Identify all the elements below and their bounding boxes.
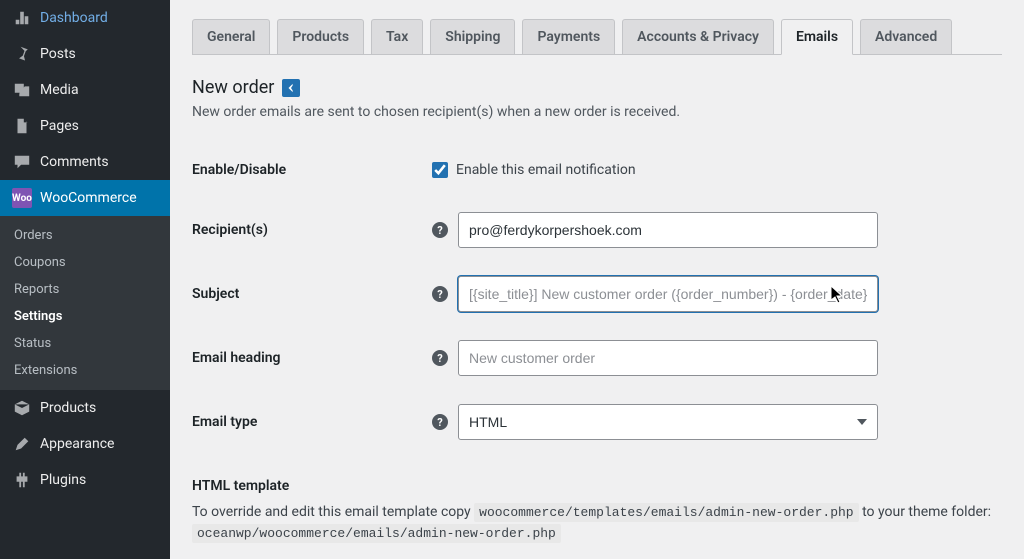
sidebar-item-pages[interactable]: Pages xyxy=(0,108,170,144)
woocommerce-submenu: Orders Coupons Reports Settings Status E… xyxy=(0,216,170,390)
help-icon[interactable]: ? xyxy=(432,222,448,238)
submenu-item-extensions[interactable]: Extensions xyxy=(0,357,170,384)
help-icon[interactable]: ? xyxy=(432,414,448,430)
page-description: New order emails are sent to chosen reci… xyxy=(192,104,1002,120)
sidebar-item-woocommerce[interactable]: Woo WooCommerce xyxy=(0,180,170,216)
tab-accounts-privacy[interactable]: Accounts & Privacy xyxy=(622,19,774,55)
appearance-icon xyxy=(12,434,32,454)
settings-form: Enable/Disable Enable this email notific… xyxy=(192,142,1002,454)
tab-advanced[interactable]: Advanced xyxy=(860,19,952,55)
main-content: General Products Tax Shipping Payments A… xyxy=(170,0,1024,559)
email-type-label: Email type xyxy=(192,390,422,454)
enable-checkbox[interactable] xyxy=(432,162,448,178)
enable-checkbox-label: Enable this email notification xyxy=(456,162,636,178)
help-icon[interactable]: ? xyxy=(432,286,448,302)
products-icon xyxy=(12,398,32,418)
media-icon xyxy=(12,80,32,100)
woocommerce-icon: Woo xyxy=(12,188,32,208)
override-before: To override and edit this email template… xyxy=(192,504,474,520)
sidebar-item-label: Comments xyxy=(40,154,109,170)
heading-label: Email heading xyxy=(192,326,422,390)
tab-tax[interactable]: Tax xyxy=(371,19,423,55)
submenu-item-coupons[interactable]: Coupons xyxy=(0,249,170,276)
html-template-heading: HTML template xyxy=(192,478,1002,494)
submenu-item-reports[interactable]: Reports xyxy=(0,276,170,303)
pages-icon xyxy=(12,116,32,136)
sidebar-item-plugins[interactable]: Plugins xyxy=(0,462,170,498)
email-type-select[interactable]: HTML xyxy=(458,404,878,440)
sidebar-item-appearance[interactable]: Appearance xyxy=(0,426,170,462)
admin-sidebar: Dashboard Posts Media Pages Comments Woo… xyxy=(0,0,170,559)
sidebar-item-label: Pages xyxy=(40,118,79,134)
template-path-source: woocommerce/templates/emails/admin-new-o… xyxy=(474,503,858,522)
plugins-icon xyxy=(12,470,32,490)
page-title: New order xyxy=(192,77,1002,98)
override-text: To override and edit this email template… xyxy=(192,502,1002,544)
sidebar-item-media[interactable]: Media xyxy=(0,72,170,108)
tab-payments[interactable]: Payments xyxy=(522,19,615,55)
heading-input[interactable] xyxy=(458,340,878,376)
subject-input[interactable] xyxy=(458,276,878,312)
override-mid: to your theme folder: xyxy=(859,504,991,520)
recipient-input[interactable] xyxy=(458,212,878,248)
help-icon[interactable]: ? xyxy=(432,350,448,366)
tab-emails[interactable]: Emails xyxy=(781,19,853,55)
sidebar-item-label: Dashboard xyxy=(40,10,108,26)
sidebar-item-label: Appearance xyxy=(40,436,114,452)
page-title-text: New order xyxy=(192,77,274,98)
submenu-item-settings[interactable]: Settings xyxy=(0,303,170,330)
sidebar-item-dashboard[interactable]: Dashboard xyxy=(0,0,170,36)
tab-general[interactable]: General xyxy=(192,19,270,55)
submenu-item-status[interactable]: Status xyxy=(0,330,170,357)
template-path-dest: oceanwp/woocommerce/emails/admin-new-ord… xyxy=(192,524,561,543)
pin-icon xyxy=(12,44,32,64)
dashboard-icon xyxy=(12,8,32,28)
back-arrow-icon xyxy=(286,83,296,93)
sidebar-item-comments[interactable]: Comments xyxy=(0,144,170,180)
sidebar-item-label: WooCommerce xyxy=(40,190,137,206)
settings-tabs: General Products Tax Shipping Payments A… xyxy=(192,18,1002,55)
tab-products[interactable]: Products xyxy=(277,19,364,55)
sidebar-item-products[interactable]: Products xyxy=(0,390,170,426)
sidebar-item-label: Products xyxy=(40,400,96,416)
sidebar-item-posts[interactable]: Posts xyxy=(0,36,170,72)
sidebar-item-label: Plugins xyxy=(40,472,86,488)
back-button[interactable] xyxy=(282,79,300,97)
tab-shipping[interactable]: Shipping xyxy=(430,19,515,55)
recipient-label: Recipient(s) xyxy=(192,198,422,262)
submenu-item-orders[interactable]: Orders xyxy=(0,222,170,249)
sidebar-item-label: Media xyxy=(40,82,79,98)
comments-icon xyxy=(12,152,32,172)
subject-label: Subject xyxy=(192,262,422,326)
enable-label: Enable/Disable xyxy=(192,142,422,198)
sidebar-item-label: Posts xyxy=(40,46,76,62)
